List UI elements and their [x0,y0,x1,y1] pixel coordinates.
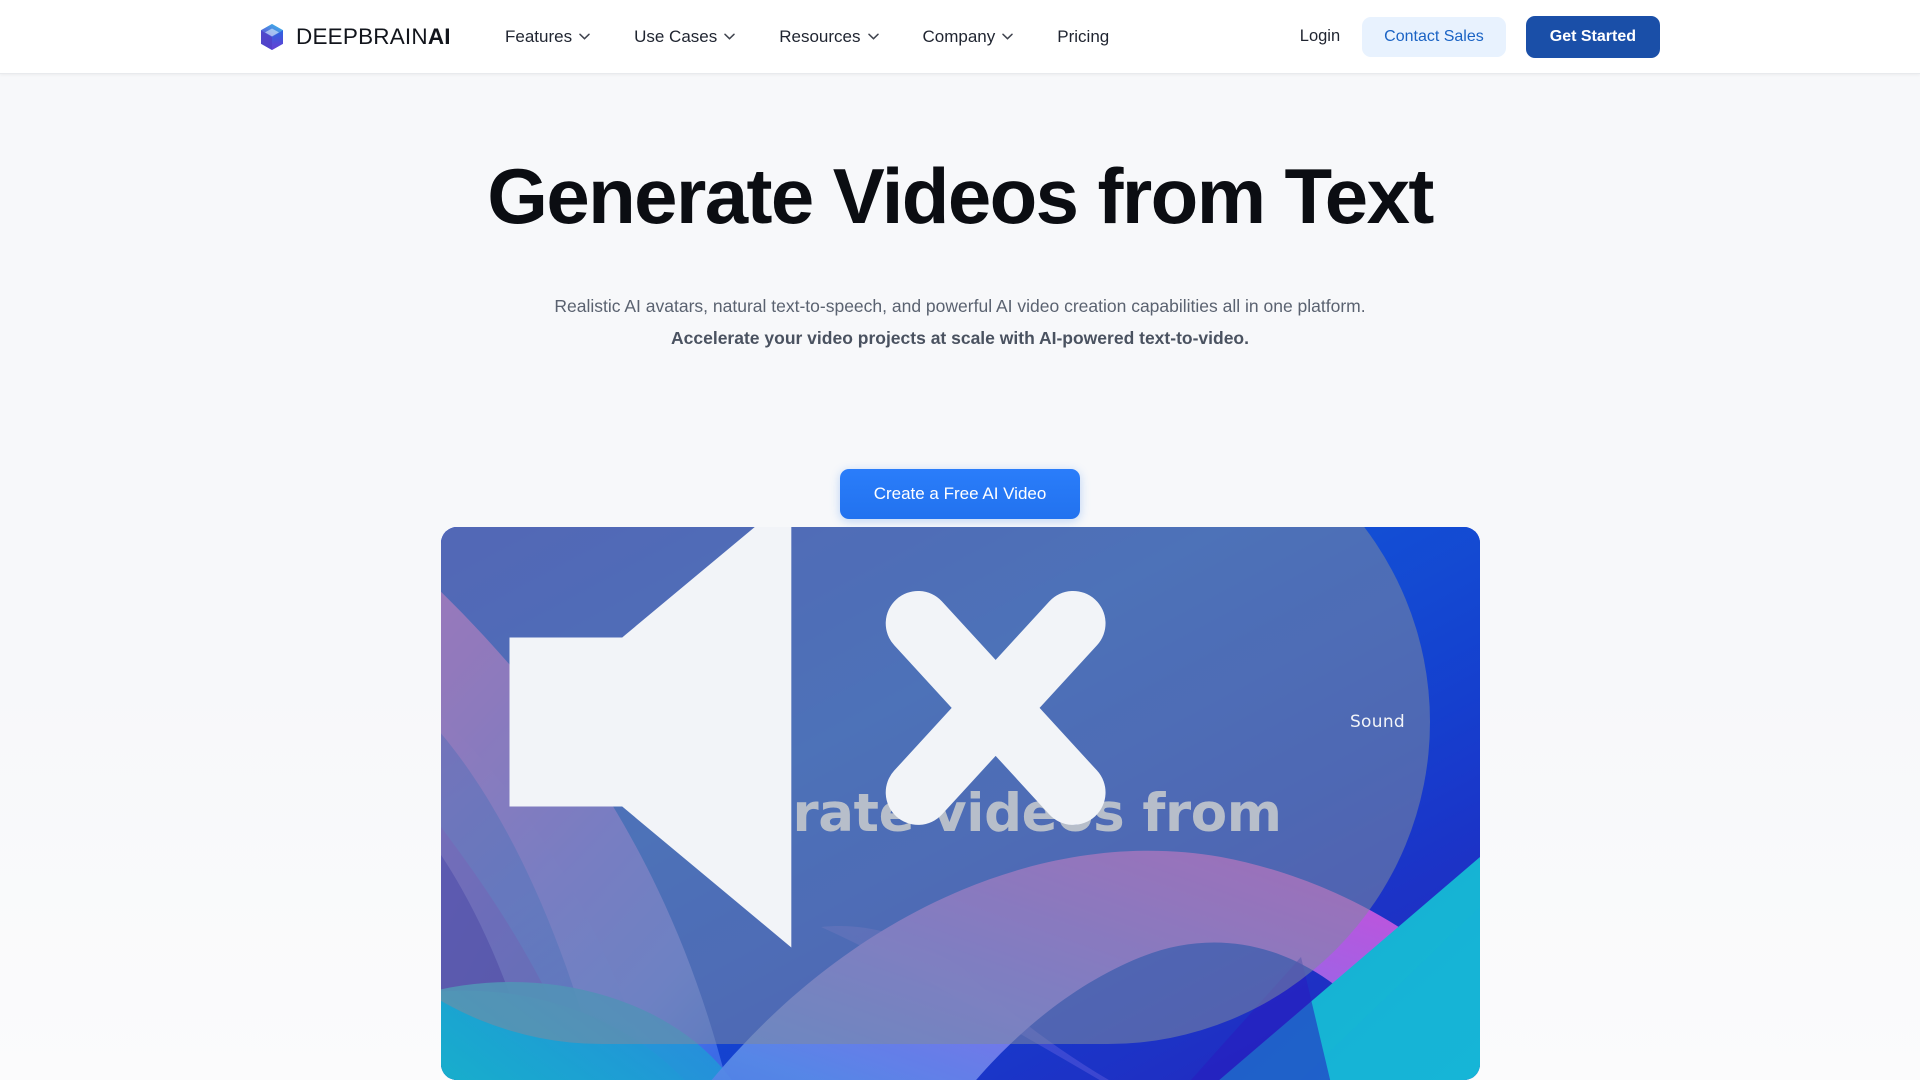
get-started-button[interactable]: Get Started [1525,15,1660,58]
hero-subtext: Realistic AI avatars, natural text-to-sp… [0,292,1920,352]
nav-label: Company [922,26,996,46]
hero-subtext-line2: Accelerate your video projects at scale … [671,328,1249,348]
sound-toggle-button[interactable]: Sound [441,527,1430,1044]
deepbrain-cube-logo-icon [259,23,285,51]
nav-item-pricing[interactable]: Pricing [1035,17,1131,57]
page-title: Generate Videos from Text [487,152,1434,240]
brand-name-accent: AI [427,23,451,49]
header-actions: Login Contact Sales Get Started [1300,15,1660,58]
hero-video-player[interactable]: Generate videos from Sound [441,527,1480,1080]
nav-item-use-cases[interactable]: Use Cases [612,17,757,57]
brand-name-main: DEEPBRAIN [296,23,428,49]
nav-label: Resources [779,26,861,46]
brand-name: DEEPBRAINAI [296,24,451,50]
hero-subtext-line1: Realistic AI avatars, natural text-to-sp… [554,296,1366,316]
nav-item-features[interactable]: Features [505,17,612,57]
nav-item-resources[interactable]: Resources [757,17,900,57]
speaker-muted-icon [441,527,1339,1032]
create-free-ai-video-button[interactable]: Create a Free AI Video [839,469,1081,519]
chevron-down-icon [867,33,879,40]
nav-label: Pricing [1057,26,1110,46]
main-navigation: Features Use Cases Resources Company Pri… [505,17,1131,57]
contact-sales-button[interactable]: Contact Sales [1362,16,1506,57]
site-header: DEEPBRAINAI Features Use Cases Resources… [0,0,1920,74]
chevron-down-icon [1002,33,1014,40]
login-link[interactable]: Login [1300,27,1362,46]
sound-toggle-label: Sound [1349,712,1405,732]
hero-section: Generate Videos from Text Realistic AI a… [0,74,1920,1080]
nav-item-company[interactable]: Company [901,17,1036,57]
brand-logo[interactable]: DEEPBRAINAI [259,23,451,51]
nav-label: Use Cases [634,26,718,46]
chevron-down-icon [724,33,735,40]
nav-label: Features [505,26,573,46]
chevron-down-icon [579,33,590,40]
